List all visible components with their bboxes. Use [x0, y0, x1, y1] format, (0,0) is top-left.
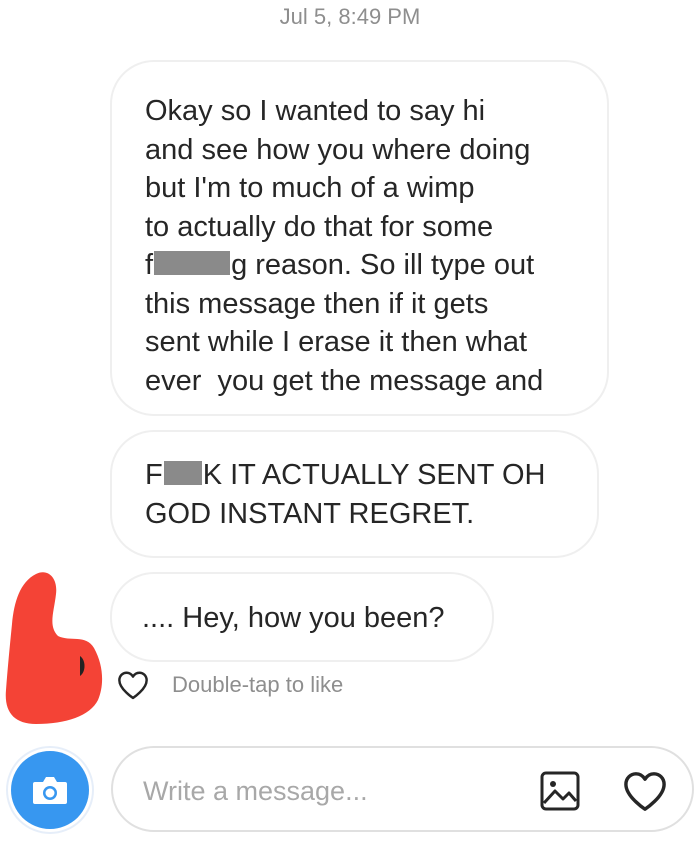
message-text-part: g reason. So ill type out	[231, 249, 535, 281]
message-line: f g reason. So ill type out	[145, 246, 587, 285]
message-line: ever you get the message and	[145, 364, 544, 397]
message-line: sent while I erase it then what	[145, 326, 528, 358]
message-line: Okay so I wanted to say hi	[145, 95, 486, 127]
message-text-part: K IT ACTUALLY SENT OH	[202, 459, 546, 491]
camera-icon	[33, 777, 67, 804]
message-line: GOD INSTANT REGRET.	[145, 497, 475, 530]
camera-button-inner	[11, 751, 89, 829]
avatar-scribble	[5, 572, 103, 724]
message-text-part: F	[145, 459, 163, 491]
camera-button[interactable]	[6, 746, 94, 834]
double-tap-hint: Double-tap to like	[172, 672, 344, 697]
redaction-box	[163, 461, 202, 485]
message-line: and see how you where doing	[145, 133, 531, 166]
message-input[interactable]	[141, 768, 505, 814]
like-row[interactable]: Double-tap to like	[116, 670, 343, 700]
heart-icon[interactable]	[622, 770, 668, 812]
redaction-box	[154, 251, 231, 275]
scribble-shape	[5, 572, 103, 724]
message-bubble[interactable]: Okay so I wanted to say hi and see how y…	[110, 60, 609, 416]
gallery-icon[interactable]	[539, 770, 581, 812]
message-line: but I'm to much of a wimp	[145, 172, 475, 204]
message-bubble[interactable]: .... Hey, how you been?	[110, 572, 494, 662]
heart-icon[interactable]	[116, 670, 150, 700]
message-line: .... Hey, how you been?	[142, 602, 445, 634]
message-line: F K IT ACTUALLY SENT OH	[145, 456, 577, 495]
message-line: to actually do that for some	[145, 210, 494, 243]
message-line: this message then if it gets	[145, 287, 489, 320]
message-text-part: f	[145, 249, 154, 281]
message-bubble[interactable]: F K IT ACTUALLY SENT OH GOD INSTANT REGRE…	[110, 430, 599, 558]
message-composer[interactable]	[111, 746, 694, 832]
timestamp: Jul 5, 8:49 PM	[279, 4, 421, 29]
